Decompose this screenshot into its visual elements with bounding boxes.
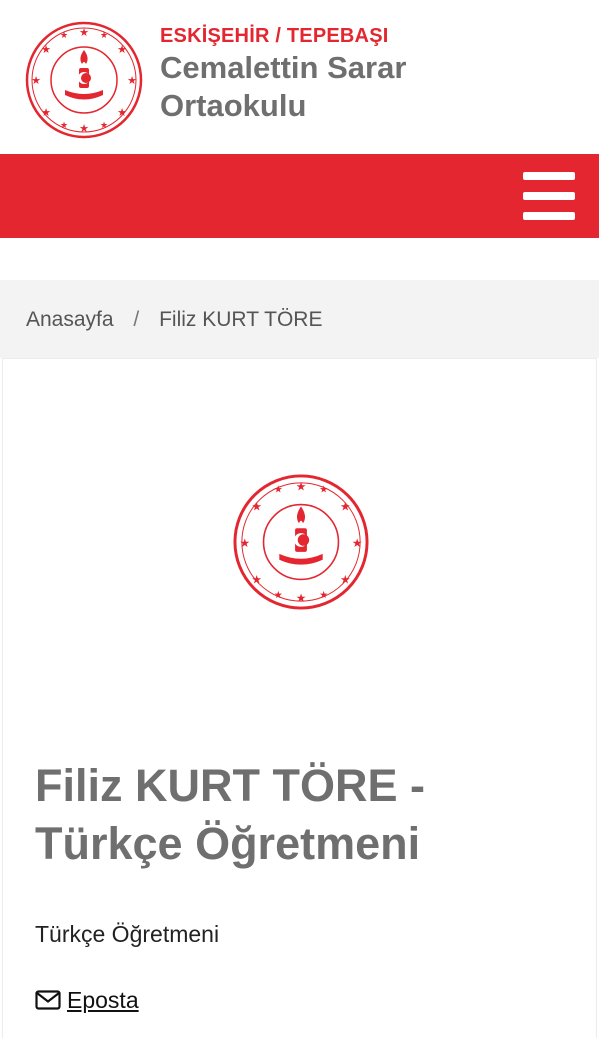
breadcrumb-bar: Anasayfa / Filiz KURT TÖRE (0, 280, 599, 358)
meb-logo-link[interactable]: ★ ★ ★ ★ ★ ★ ★ ★ ★ ★ ★ ★ (24, 20, 144, 140)
svg-text:★: ★ (41, 106, 51, 119)
svg-text:★: ★ (296, 591, 307, 605)
svg-text:★: ★ (274, 485, 283, 496)
svg-text:★: ★ (31, 74, 41, 87)
svg-text:★: ★ (352, 536, 363, 550)
svg-text:★: ★ (240, 536, 251, 550)
school-name-line1[interactable]: Cemalettin Sarar (160, 50, 580, 86)
svg-text:★: ★ (251, 572, 262, 586)
meb-logo-icon: ★ ★ ★ ★ ★ ★ ★ ★ ★ ★ ★ ★ (25, 21, 143, 139)
svg-text:★: ★ (340, 499, 351, 513)
email-label: Eposta (67, 987, 139, 1013)
envelope-icon (35, 990, 61, 1010)
svg-text:★: ★ (100, 121, 108, 131)
school-name-line2[interactable]: Ortaokulu (160, 88, 580, 124)
svg-text:★: ★ (100, 31, 108, 41)
svg-text:★: ★ (251, 499, 262, 513)
svg-text:★: ★ (319, 485, 328, 496)
person-role: Türkçe Öğretmeni (35, 921, 220, 947)
svg-text:★: ★ (79, 122, 89, 135)
site-header: ★ ★ ★ ★ ★ ★ ★ ★ ★ ★ ★ ★ ESKİŞEHİR / TEPE… (0, 0, 599, 154)
svg-text:★: ★ (41, 43, 51, 56)
school-identity: ESKİŞEHİR / TEPEBAŞI Cemalettin Sarar Or… (160, 24, 580, 124)
svg-text:★: ★ (117, 106, 127, 119)
breadcrumb-current: Filiz KURT TÖRE (159, 308, 323, 331)
school-location: ESKİŞEHİR / TEPEBAŞI (160, 25, 389, 47)
breadcrumb-separator: / (133, 308, 140, 331)
breadcrumb-home-link[interactable]: Anasayfa (26, 308, 114, 331)
svg-text:★: ★ (127, 74, 137, 87)
svg-text:★: ★ (117, 43, 127, 56)
main-navbar (0, 154, 599, 238)
svg-text:★: ★ (340, 572, 351, 586)
meb-emblem-icon: ★ ★ ★ ★ ★ ★ ★ ★ ★ ★ ★ ★ (233, 474, 369, 610)
svg-text:★: ★ (60, 31, 68, 41)
svg-text:★: ★ (79, 26, 89, 39)
svg-text:★: ★ (274, 590, 283, 601)
breadcrumb: Anasayfa / Filiz KURT TÖRE (26, 308, 322, 332)
page-title: Filiz KURT TÖRE - Türkçe Öğretmeni (35, 760, 425, 869)
email-link[interactable]: Eposta (35, 987, 139, 1014)
svg-text:★: ★ (60, 121, 68, 131)
profile-card: ★ ★ ★ ★ ★ ★ ★ ★ ★ ★ ★ ★ Filiz KURT TÖRE … (2, 358, 597, 1038)
svg-text:★: ★ (319, 590, 328, 601)
hamburger-menu-icon[interactable] (523, 172, 575, 220)
svg-text:★: ★ (296, 480, 307, 494)
